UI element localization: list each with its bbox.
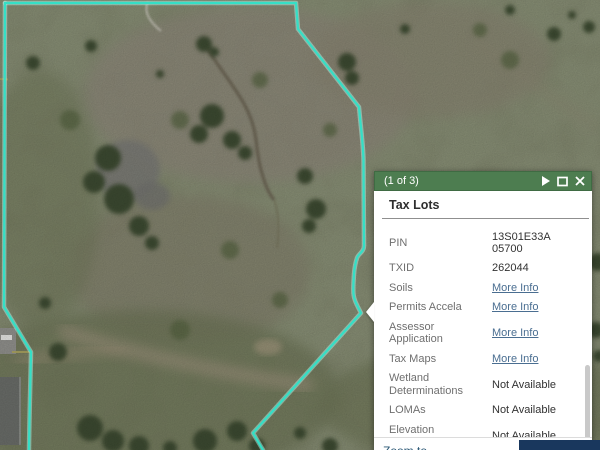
- field-table: PIN13S01E33A 05700TXID262044SoilsMore In…: [374, 231, 592, 437]
- field-value: Not Available: [492, 430, 556, 437]
- popup-pointer: [366, 302, 374, 322]
- close-icon[interactable]: [575, 176, 585, 186]
- field-row: Wetland DeterminationsNot Available: [389, 372, 582, 397]
- field-row: SoilsMore Info: [389, 282, 582, 295]
- popup-header-icons: [542, 176, 585, 187]
- popup-scrollbar[interactable]: [585, 365, 590, 437]
- field-value: 13S01E33A 05700: [492, 231, 582, 255]
- field-row: TXID262044: [389, 262, 582, 275]
- zoom-to-link[interactable]: Zoom to: [383, 444, 427, 450]
- bottom-right-navy-bar: [519, 440, 600, 450]
- next-feature-icon[interactable]: [542, 176, 550, 186]
- maximize-icon[interactable]: [557, 176, 568, 187]
- field-label: LOMAs: [389, 404, 492, 417]
- field-label: TXID: [389, 262, 492, 275]
- field-value: Not Available: [492, 379, 556, 391]
- popup-pagination: (1 of 3): [384, 171, 542, 191]
- field-row: PIN13S01E33A 05700: [389, 231, 582, 255]
- popup-body[interactable]: Tax Lots PIN13S01E33A 05700TXID262044Soi…: [374, 191, 592, 437]
- map-application-window: (1 of 3) Tax Lots PIN13S01E33A 05700TXID…: [0, 0, 600, 450]
- field-row: Tax MapsMore Info: [389, 353, 582, 366]
- field-label: PIN: [389, 237, 492, 250]
- field-label: Tax Maps: [389, 353, 492, 366]
- field-label: Assessor Application: [389, 321, 492, 346]
- field-row: Elevation CertificatesNot Available: [389, 424, 582, 438]
- field-row: LOMAsNot Available: [389, 404, 582, 417]
- more-info-link[interactable]: More Info: [492, 282, 538, 294]
- popup-header[interactable]: (1 of 3): [374, 171, 592, 191]
- title-divider: [382, 218, 589, 219]
- more-info-link[interactable]: More Info: [492, 301, 538, 313]
- popup-tax-lots: (1 of 3) Tax Lots PIN13S01E33A 05700TXID…: [374, 171, 592, 450]
- field-label: Permits Accela: [389, 301, 492, 314]
- field-row: Assessor ApplicationMore Info: [389, 321, 582, 346]
- more-info-link[interactable]: More Info: [492, 353, 538, 365]
- field-label: Wetland Determinations: [389, 372, 492, 397]
- field-value: Not Available: [492, 404, 556, 416]
- field-label: Elevation Certificates: [389, 424, 492, 438]
- field-row: Permits AccelaMore Info: [389, 301, 582, 314]
- field-label: Soils: [389, 282, 492, 295]
- more-info-link[interactable]: More Info: [492, 327, 538, 339]
- field-value: 262044: [492, 262, 529, 274]
- popup-title: Tax Lots: [389, 198, 592, 212]
